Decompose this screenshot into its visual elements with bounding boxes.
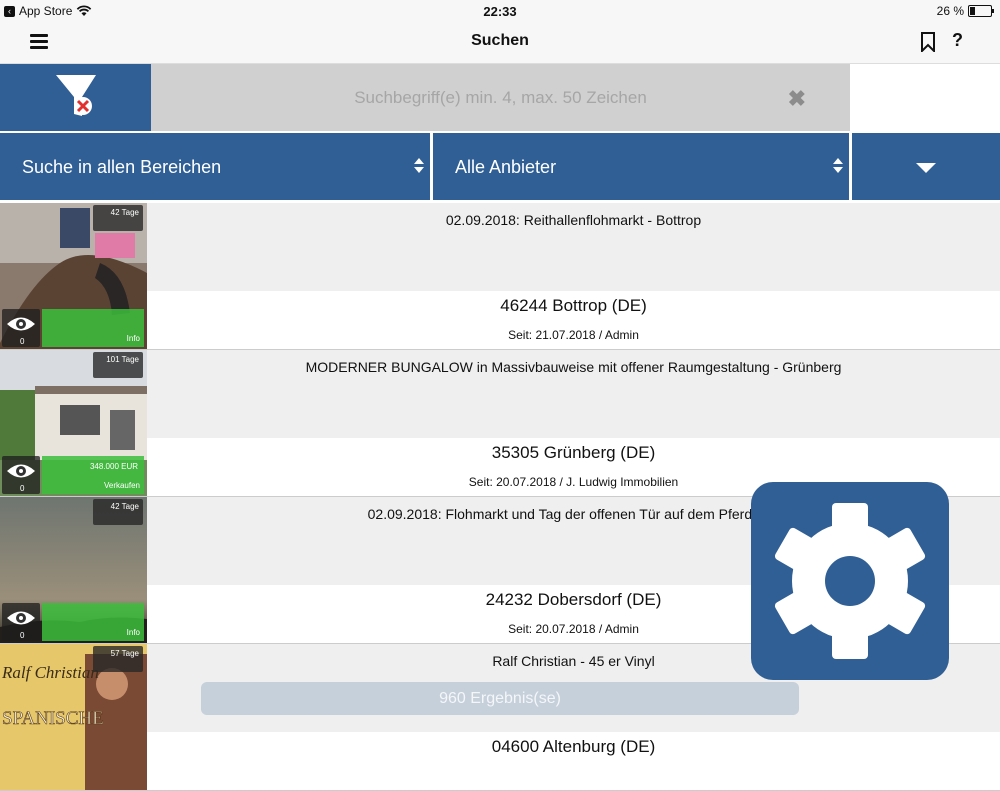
item-header: MODERNER BUNGALOW in Massivbauweise mit …: [147, 350, 1000, 438]
item-header: 02.09.2018: Reithallenflohmarkt - Bottro…: [147, 203, 1000, 291]
item-thumbnail: Ralf Christian SPANISCHE 57 Tage: [0, 644, 147, 790]
item-location: 46244 Bottrop (DE): [500, 296, 647, 315]
item-location: 04600 Altenburg (DE): [491, 737, 656, 756]
category-label: Verkaufen: [103, 481, 140, 490]
item-title: MODERNER BUNGALOW in Massivbauweise mit …: [305, 359, 842, 375]
area-select-label: Suche in allen Bereichen: [22, 157, 222, 177]
result-count-badge: 960 Ergebnis(se): [201, 682, 799, 715]
views-count: 0: [20, 337, 25, 346]
bookmark-icon[interactable]: [920, 32, 936, 52]
age-badge: 42 Tage: [93, 205, 143, 231]
clock: 22:33: [483, 4, 517, 19]
views-count: 0: [20, 484, 25, 493]
eye-icon: [7, 317, 35, 331]
page-title: Suchen: [471, 32, 529, 49]
navigation-bar: Suchen ?: [0, 22, 1000, 64]
settings-button[interactable]: [751, 482, 949, 680]
eye-icon: [7, 611, 35, 625]
views-counter[interactable]: 0: [2, 309, 40, 347]
gear-icon: [774, 503, 926, 659]
age-badge: 57 Tage: [93, 646, 143, 672]
item-thumbnail: 42 Tage 0 Info: [0, 497, 147, 643]
provider-select[interactable]: Alle Anbieter: [433, 133, 849, 200]
close-icon[interactable]: ✖: [788, 86, 806, 112]
item-price: 348.000 EUR: [89, 462, 138, 471]
item-since: Seit: 21.07.2018 / Admin: [508, 328, 639, 342]
list-item[interactable]: 42 Tage 0 Info 02.09.2018: Reithallenflo…: [0, 203, 1000, 350]
provider-select-label: Alle Anbieter: [455, 157, 557, 177]
help-icon[interactable]: ?: [952, 30, 963, 51]
category-label: Info: [126, 334, 140, 343]
search-input[interactable]: [151, 64, 850, 131]
battery-percent: 26 %: [936, 4, 964, 18]
item-thumbnail: 101 Tage 0 348.000 EUR Verkaufen: [0, 350, 147, 496]
views-counter[interactable]: 0: [2, 603, 40, 641]
battery-status: 26 %: [936, 4, 994, 18]
expand-filters-button[interactable]: [852, 133, 1000, 200]
views-counter[interactable]: 0: [2, 456, 40, 494]
select-arrows-icon: [833, 158, 843, 173]
eye-icon: [7, 464, 35, 478]
item-thumbnail: 42 Tage 0 Info: [0, 203, 147, 349]
status-bar: ‹ App Store 22:33 26 %: [0, 0, 1000, 22]
age-badge: 42 Tage: [93, 499, 143, 525]
category-badge: Info: [42, 603, 144, 641]
category-badge: Info: [42, 309, 144, 347]
views-count: 0: [20, 631, 25, 640]
category-label: Info: [126, 628, 140, 637]
filter-clear-icon: [56, 75, 96, 116]
item-location: 35305 Grünberg (DE): [491, 443, 656, 462]
cover-artist-text: Ralf Christian: [1, 663, 99, 682]
battery-icon: [968, 5, 994, 17]
search-bar: ✖: [151, 64, 850, 131]
reset-filter-button[interactable]: [0, 64, 151, 131]
cover-title-text: SPANISCHE: [2, 708, 104, 729]
area-select[interactable]: Suche in allen Bereichen: [0, 133, 430, 200]
chevron-down-icon: [916, 163, 936, 173]
category-badge: 348.000 EUR Verkaufen: [42, 456, 144, 494]
item-title: 02.09.2018: Reithallenflohmarkt - Bottro…: [445, 212, 702, 228]
list-item[interactable]: 101 Tage 0 348.000 EUR Verkaufen MODERNE…: [0, 350, 1000, 497]
select-arrows-icon: [414, 158, 424, 173]
age-badge: 101 Tage: [93, 352, 143, 378]
